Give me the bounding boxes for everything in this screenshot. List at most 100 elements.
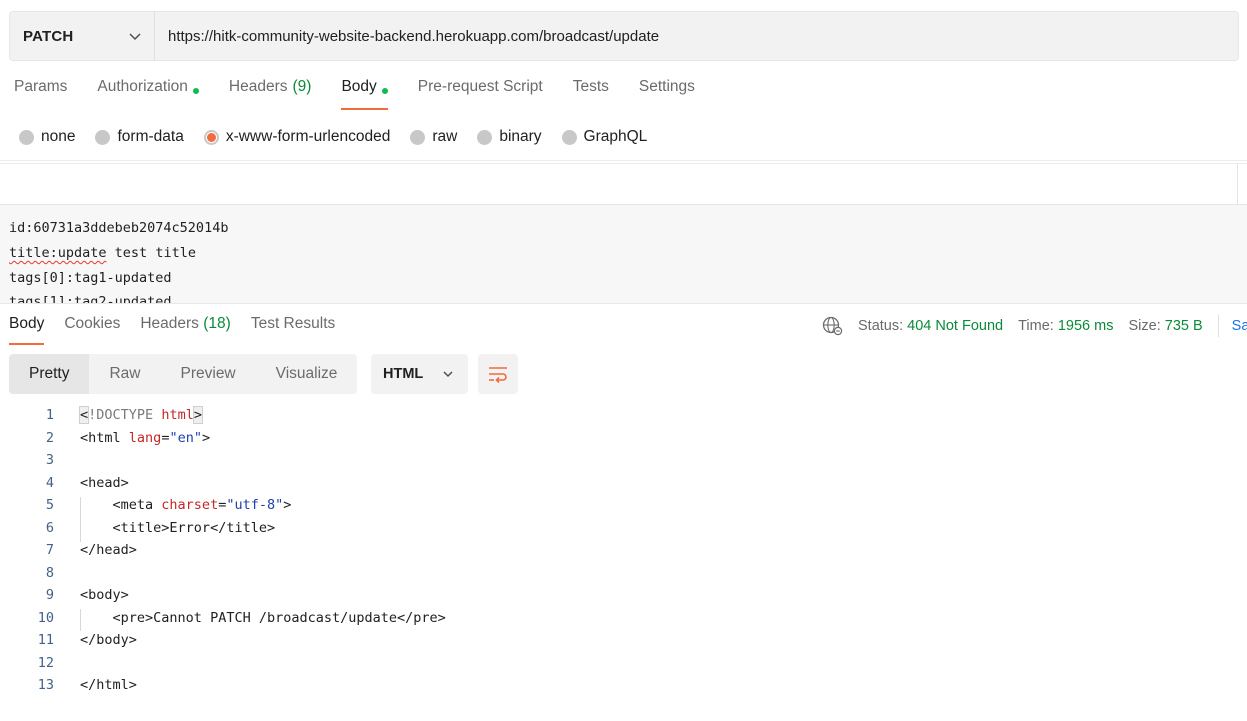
- tag-name: html: [88, 429, 121, 446]
- pretty-button[interactable]: Pretty: [9, 354, 90, 394]
- tab-response-body[interactable]: Body: [9, 315, 45, 345]
- text-content: Error: [169, 519, 211, 536]
- radio-icon: [477, 129, 493, 145]
- tag-name: html: [96, 677, 129, 693]
- tab-label: Authorization: [97, 78, 188, 95]
- code-line: 9 <body>: [0, 587, 1247, 610]
- globe-icon[interactable]: [822, 316, 844, 336]
- tag-name: head: [96, 542, 129, 558]
- visualize-button[interactable]: Visualize: [256, 354, 358, 394]
- status-dot-icon: [192, 88, 199, 94]
- tab-tests[interactable]: Tests: [573, 78, 609, 110]
- line-number: 3: [45, 452, 54, 468]
- attr-value: "utf-8": [226, 497, 284, 513]
- line-number: 13: [37, 677, 54, 693]
- divider: [1217, 315, 1219, 337]
- tab-test-results[interactable]: Test Results: [251, 315, 335, 345]
- tab-response-headers[interactable]: Headers (18): [140, 315, 230, 345]
- tab-settings[interactable]: Settings: [639, 78, 695, 110]
- request-url-bar: PATCH https://hitk-community-website-bac…: [9, 11, 1239, 61]
- status-dot-icon: [381, 88, 388, 94]
- bulk-line: id:60731a3ddebeb2074c52014b: [9, 220, 229, 236]
- format-toggle: Pretty Raw Preview Visualize: [9, 354, 358, 394]
- raw-button[interactable]: Raw: [89, 354, 160, 394]
- radio-form-data[interactable]: form-data: [95, 126, 184, 148]
- divider: [0, 160, 1247, 161]
- tab-pre-request-script[interactable]: Pre-request Script: [418, 78, 543, 110]
- tag-name: pre: [413, 609, 438, 626]
- code-line: 8: [0, 565, 1247, 588]
- line-number: 5: [45, 497, 54, 513]
- tab-label: Settings: [638, 78, 695, 95]
- language-select[interactable]: HTML: [371, 354, 468, 394]
- request-tabs: Params Authorization Headers (9) Body Pre…: [14, 78, 725, 110]
- response-code-view[interactable]: 1 <!DOCTYPE html> 2 <html lang="en"> 3 4…: [0, 406, 1247, 700]
- code-line: 13 </html>: [0, 677, 1247, 700]
- code-line: 10 <pre>Cannot PATCH /broadcast/update</…: [0, 610, 1247, 633]
- radio-none[interactable]: none: [19, 126, 75, 148]
- radio-label: x-www-form-urlencoded: [225, 128, 391, 145]
- line-number: 2: [45, 429, 54, 446]
- size-label: Size:: [1128, 318, 1161, 334]
- line-number: 6: [45, 519, 54, 536]
- radio-icon: [19, 129, 34, 145]
- spellcheck-text: title:update: [9, 245, 107, 261]
- url-input[interactable]: https://hitk-community-website-backend.h…: [155, 11, 1239, 61]
- status-value[interactable]: 404 Not Found: [907, 318, 1003, 334]
- tag-name: body: [88, 587, 121, 603]
- radio-x-www-form-urlencoded[interactable]: x-www-form-urlencoded: [203, 126, 391, 148]
- bulk-line: tags[0]:tag1-updated: [9, 270, 172, 286]
- radio-label: form-data: [117, 128, 184, 145]
- code-line: 11 </body>: [0, 632, 1247, 655]
- tab-headers[interactable]: Headers (9): [229, 78, 312, 110]
- doctype-value: html: [161, 407, 194, 423]
- radio-label: none: [41, 128, 76, 145]
- tag-name: title: [226, 519, 267, 536]
- radio-raw[interactable]: raw: [410, 126, 457, 148]
- bulk-line: tags[1]:tag2-updated: [9, 294, 172, 304]
- tab-params[interactable]: Params: [14, 78, 67, 110]
- bulk-line: title:update test title: [9, 245, 196, 261]
- tab-label: Cookies: [64, 315, 121, 332]
- tag-name: head: [88, 474, 121, 491]
- radio-icon: [410, 129, 426, 145]
- preview-button[interactable]: Preview: [161, 354, 256, 394]
- line-number: 10: [37, 609, 54, 626]
- code-line: 12: [0, 655, 1247, 678]
- tab-label: Headers: [140, 315, 199, 332]
- tab-authorization[interactable]: Authorization: [97, 78, 199, 110]
- method-select[interactable]: PATCH: [9, 11, 154, 61]
- bulk-text: test title: [106, 245, 196, 261]
- tab-label: Pre-request Script: [417, 78, 543, 95]
- radio-graphql[interactable]: GraphQL: [561, 126, 648, 148]
- attr-name: charset: [161, 497, 219, 513]
- radio-binary[interactable]: binary: [477, 126, 542, 148]
- code-line: 1 <!DOCTYPE html>: [0, 406, 1247, 430]
- radio-icon: [561, 129, 577, 145]
- bulk-edit-textarea[interactable]: id:60731a3ddebeb2074c52014b title:update…: [0, 205, 1247, 304]
- tag-name: meta: [120, 497, 154, 513]
- text-content: Cannot PATCH /broadcast/update: [153, 609, 398, 626]
- line-number: 1: [45, 407, 54, 423]
- tab-body[interactable]: Body: [341, 78, 389, 110]
- tab-cookies[interactable]: Cookies: [64, 315, 120, 345]
- radio-label: GraphQL: [583, 128, 648, 145]
- radio-selected-icon: [203, 129, 219, 145]
- time-value[interactable]: 1956 ms: [1058, 318, 1114, 334]
- tag-name: pre: [120, 609, 146, 626]
- line-number: 12: [37, 654, 54, 671]
- language-label: HTML: [383, 366, 424, 382]
- key-value-header-strip: [0, 163, 1247, 205]
- wrap-lines-button[interactable]: [478, 354, 518, 394]
- code-line: 2 <html lang="en">: [0, 430, 1247, 453]
- size-value[interactable]: 735 B: [1165, 318, 1203, 334]
- save-response-button[interactable]: Sa: [1232, 318, 1247, 334]
- code-line: 5 <meta charset="utf-8">: [0, 497, 1247, 520]
- response-status-bar: Status: 404 Not Found Time: 1956 ms Size…: [822, 315, 1247, 337]
- response-tabs: Body Cookies Headers (18) Test Results: [9, 315, 355, 345]
- time-label: Time:: [1018, 318, 1054, 334]
- tag-name: body: [96, 632, 129, 648]
- tab-count: (9): [292, 78, 312, 95]
- attr-value: "en": [169, 429, 202, 446]
- radio-icon: [95, 129, 111, 145]
